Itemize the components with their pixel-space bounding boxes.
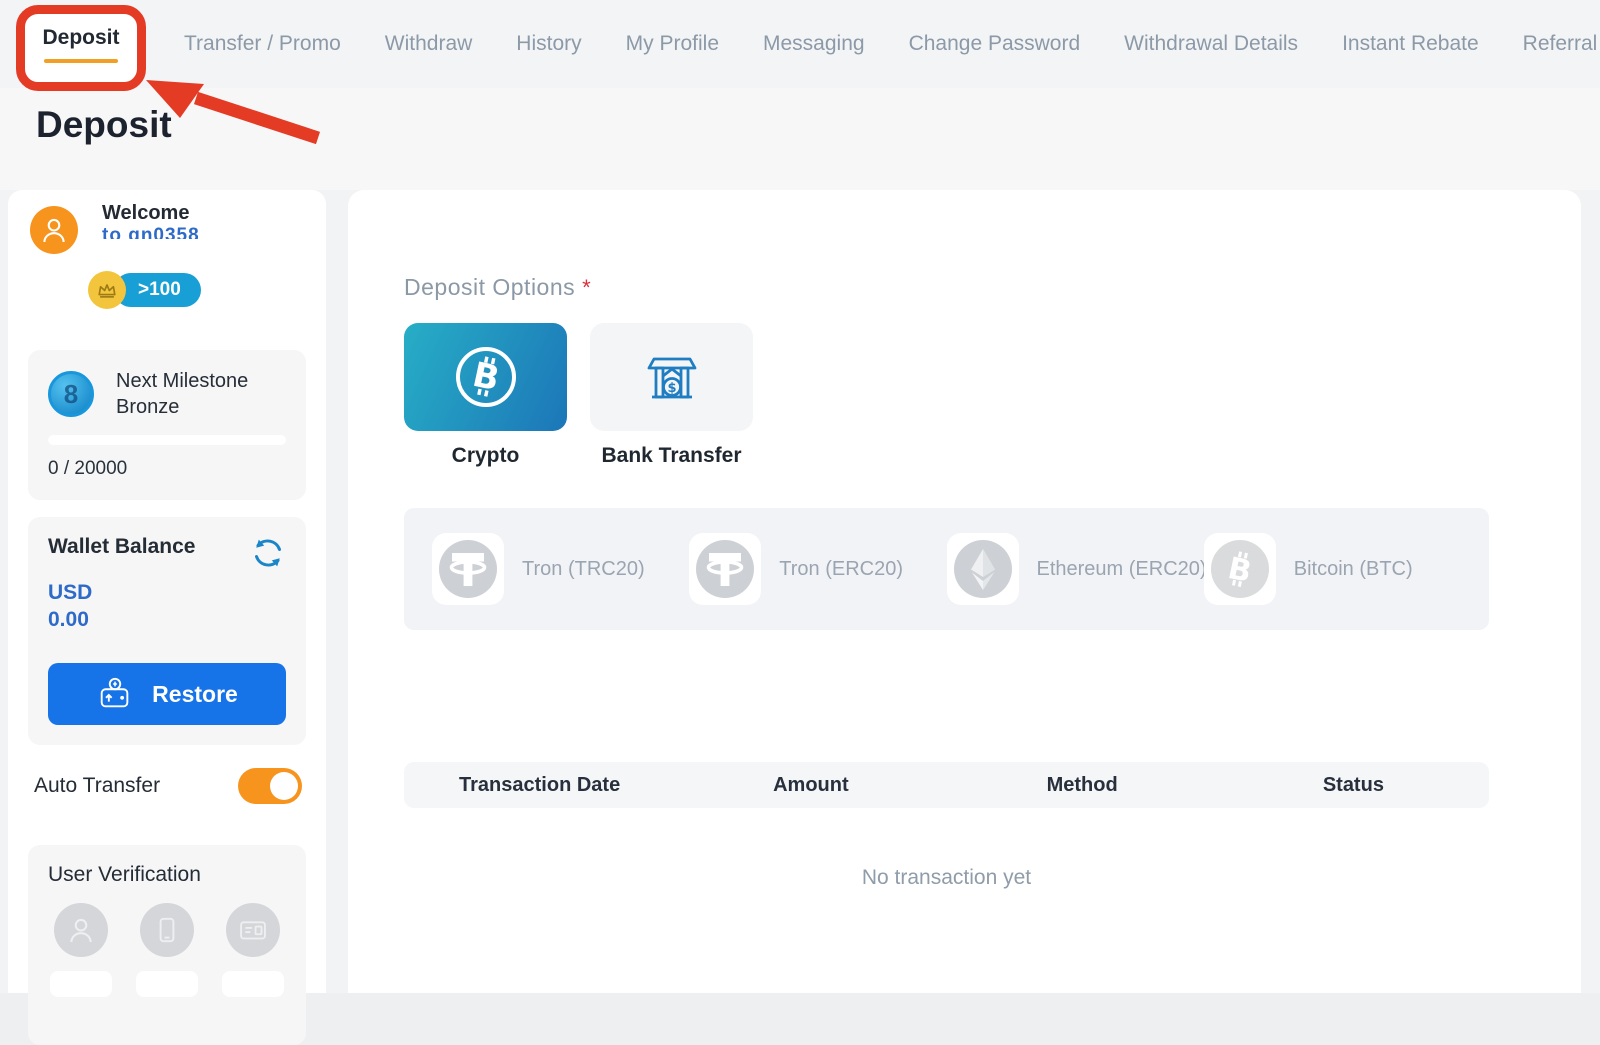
nav-tab-my-profile[interactable]: My Profile [626,32,719,56]
column-status: Status [1218,774,1489,797]
user-avatar [30,206,78,254]
person-icon [38,214,70,246]
user-verification-title: User Verification [48,863,286,887]
tether-icon [439,540,497,598]
nav-tab-instant-rebate[interactable]: Instant Rebate [1342,32,1479,56]
verification-item-identity[interactable] [50,903,112,997]
welcome-username: to gn0358 [102,225,200,239]
welcome-greeting: Welcome [102,202,200,225]
option-bank-transfer-tile[interactable]: $ [590,323,753,431]
transactions-table-header: Transaction Date Amount Method Status [404,762,1489,808]
wallet-currency: USD [48,579,286,606]
verification-status-pill [50,971,112,997]
network-label: Ethereum (ERC20) [1037,558,1207,581]
vip-badge: >100 [88,271,308,309]
tether-icon [696,540,754,598]
nav-tab-withdrawal-details[interactable]: Withdrawal Details [1124,32,1298,56]
auto-transfer-row: Auto Transfer [34,768,302,804]
deposit-options-row: B $ [404,323,753,431]
sidebar: Welcome to gn0358 >100 8 Next Milestone [8,190,326,993]
network-label: Tron (ERC20) [779,558,903,581]
vip-badge-value: >100 [114,273,201,307]
refresh-icon[interactable] [250,535,286,571]
milestone-tier: Bronze [116,394,248,420]
restore-button[interactable]: Restore [48,663,286,725]
network-option-ethereum-erc20[interactable]: Ethereum (ERC20) [947,533,1204,605]
nav-tab-referral[interactable]: Referral [1523,32,1598,56]
welcome-card: Welcome to gn0358 >100 [30,202,308,309]
network-label: Tron (TRC20) [522,558,645,581]
option-crypto-label: Crypto [404,444,567,468]
active-tab-underline [44,59,118,63]
verification-status-pill [136,971,198,997]
svg-text:$: $ [667,381,676,396]
nav-tab-history[interactable]: History [516,32,581,56]
bank-icon: $ [637,342,707,412]
person-icon [65,914,97,946]
phone-icon [151,914,183,946]
bitcoin-icon: B [1211,540,1269,598]
verification-status-pill [222,971,284,997]
column-amount: Amount [675,774,946,797]
milestone-card: 8 Next Milestone Bronze 0 / 20000 [28,350,306,500]
auto-transfer-toggle[interactable] [238,768,302,804]
milestone-title: Next Milestone [116,368,248,394]
nav-tab-withdraw[interactable]: Withdraw [385,32,473,56]
empty-transactions-message: No transaction yet [404,866,1489,890]
wallet-icon [96,675,134,713]
nav-tab-change-password[interactable]: Change Password [909,32,1081,56]
network-option-bitcoin-btc[interactable]: B Bitcoin (BTC) [1204,533,1461,605]
page-header-band [0,88,1600,190]
top-navigation: Deposit Transfer / Promo Withdraw Histor… [0,0,1600,88]
page-title: Deposit [36,104,172,146]
wallet-amount: 0.00 [48,606,286,633]
column-transaction-date: Transaction Date [404,774,675,797]
network-option-tron-erc20[interactable]: Tron (ERC20) [689,533,946,605]
nav-tab-messaging[interactable]: Messaging [763,32,865,56]
bitcoin-icon: B [452,343,520,411]
network-option-tron-trc20[interactable]: Tron (TRC20) [432,533,689,605]
network-label: Bitcoin (BTC) [1294,558,1413,581]
coin-icon: 8 [48,371,94,417]
deposit-options-label: Deposit Options * [404,274,591,301]
verification-item-phone[interactable] [136,903,198,997]
nav-tab-transfer-promo[interactable]: Transfer / Promo [184,32,341,56]
option-crypto-tile[interactable]: B [404,323,567,431]
ethereum-icon [954,540,1012,598]
crown-icon [88,271,126,309]
auto-transfer-label: Auto Transfer [34,774,160,798]
wallet-balance-card: Wallet Balance USD 0.00 Restore [28,517,306,745]
milestone-progress-bar [48,435,286,445]
nav-tab-deposit[interactable]: Deposit [22,6,140,82]
deposit-options-title: Deposit Options [404,274,575,300]
restore-button-label: Restore [152,681,238,708]
required-asterisk: * [582,275,591,300]
id-card-icon [236,913,270,947]
wallet-balance-title: Wallet Balance [48,535,195,559]
option-bank-transfer-label: Bank Transfer [590,444,753,468]
user-verification-card: User Verification [28,845,306,1045]
column-method: Method [947,774,1218,797]
toggle-knob [270,772,298,800]
deposit-page: Deposit Transfer / Promo Withdraw Histor… [0,0,1600,993]
milestone-progress-text: 0 / 20000 [48,458,286,480]
verification-item-id-card[interactable] [222,903,284,997]
main-panel: Deposit Options * B [348,190,1581,993]
crypto-network-list: Tron (TRC20) Tron (ERC20) [404,508,1489,630]
nav-label-deposit: Deposit [42,26,119,50]
